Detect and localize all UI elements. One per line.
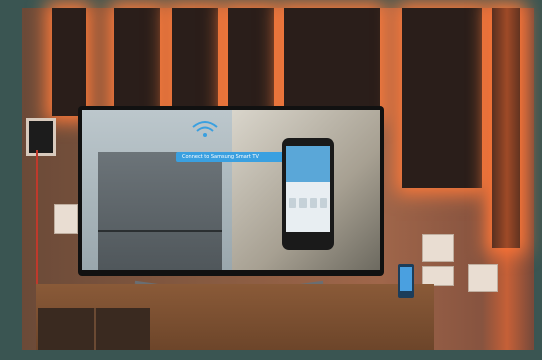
notification-banner: Connect to Samsung Smart TV [176,152,286,162]
photo-frame: Connect to Samsung Smart TV [0,0,542,360]
frame-border-bottom [0,350,542,360]
wall-background: Connect to Samsung Smart TV [22,8,534,354]
wall-switch [26,118,56,156]
phone-screen [286,146,330,232]
wall-outlet [422,266,454,286]
acoustic-panel [52,8,86,116]
phone-icon [289,198,297,208]
phone-icon [299,198,307,208]
phone-on-stand-screen [400,267,412,291]
notification-text: Connect to Samsung Smart TV [182,154,259,160]
frame-border-top [0,0,542,8]
acoustic-panel [114,8,160,116]
frame-border-right [534,0,542,360]
phone-on-stand [398,264,414,298]
acoustic-panel [284,8,380,116]
wall-outlet [422,234,454,262]
phone-icon-row [289,198,327,208]
acoustic-panel [228,8,274,116]
wall-outlet [468,264,498,292]
refrigerator-door-split [98,230,222,232]
frame-border-left [0,0,22,360]
orange-light-glow [482,8,532,350]
red-cable [36,150,38,300]
acoustic-panel [172,8,218,116]
wifi-icon [192,121,218,137]
acoustic-panel [402,8,482,188]
smartphone-on-screen [282,138,334,250]
phone-icon [319,198,327,208]
refrigerator-image [98,152,222,270]
curved-tv: Connect to Samsung Smart TV [78,106,384,276]
wall-outlet [54,204,78,234]
tv-screen: Connect to Samsung Smart TV [82,110,380,270]
phone-header [286,146,330,182]
phone-icon [309,198,317,208]
shelf-divider [94,308,96,352]
